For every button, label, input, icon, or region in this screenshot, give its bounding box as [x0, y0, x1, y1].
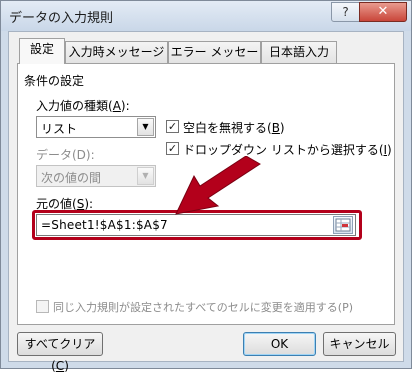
allow-dropdown[interactable]: リスト ▼ — [36, 116, 156, 138]
tab-settings-label: 設定 — [29, 42, 54, 56]
ignore-blank-text: 空白を無視する( — [183, 121, 272, 135]
dropdown-in-cell-checkbox[interactable]: ✓ — [166, 142, 179, 155]
allow-label-key: A — [112, 99, 121, 113]
dialog-client: 設定 入力時メッセージ エラー メッセージ 日本語入力 条件の設定 入力値の種類… — [8, 31, 404, 373]
dialog-window: データの入力規則 ? ✕ 設定 入力時メッセージ エラー メッセージ 日本語入力… — [0, 0, 412, 373]
ignore-blank-checkbox[interactable]: ✓ — [166, 120, 179, 133]
group-title: 条件の設定 — [24, 74, 85, 88]
allow-label: 入力値の種類(A): — [36, 97, 130, 114]
close-button[interactable]: ✕ — [359, 2, 407, 22]
tab-input-message[interactable]: 入力時メッセージ — [65, 41, 168, 63]
settings-panel: 条件の設定 入力値の種類(A): リスト ▼ データ(D): 次の値の間 ▼ ✓… — [17, 63, 395, 325]
cancel-button[interactable]: キャンセル — [323, 332, 396, 356]
apply-to-all-checkbox — [36, 300, 49, 313]
annotation-arrow-icon — [175, 156, 261, 215]
tab-ime-mode[interactable]: 日本語入力 — [261, 41, 337, 63]
ignore-blank-close: ) — [279, 121, 285, 135]
chevron-down-icon[interactable]: ▼ — [137, 118, 154, 136]
data-dropdown: 次の値の間 ▼ — [36, 165, 156, 187]
title-bar[interactable]: データの入力規則 ? ✕ — [1, 1, 411, 31]
data-label: データ(D): — [36, 148, 95, 162]
dropdown-in-cell-text: ドロップダウン リストから選択する( — [183, 143, 384, 157]
tab-ime-mode-label: 日本語入力 — [268, 45, 329, 59]
help-button[interactable]: ? — [331, 2, 360, 22]
dropdown-in-cell-close: ) — [387, 143, 392, 157]
allow-dropdown-value: リスト — [41, 122, 78, 136]
apply-to-all-label: 同じ入力規則が設定されたすべてのセルに変更を適用する(P) — [53, 301, 354, 314]
tab-input-message-label: 入力時メッセージ — [68, 45, 165, 59]
allow-label-text: 入力値の種類( — [36, 99, 113, 113]
data-dropdown-value: 次の値の間 — [41, 171, 102, 185]
source-label-close: ): — [84, 197, 94, 211]
clear-all-button[interactable]: すべてクリア(C) — [17, 332, 103, 373]
ok-button[interactable]: OK — [243, 332, 316, 356]
window-title: データの入力規則 — [9, 11, 114, 26]
ignore-blank-key: B — [271, 121, 280, 135]
tab-settings[interactable]: 設定 — [19, 38, 65, 64]
ignore-blank-label: 空白を無視する(B) — [183, 119, 285, 136]
chevron-down-icon: ▼ — [137, 167, 154, 185]
allow-label-close: ): — [120, 99, 130, 113]
source-label-text: 元の値( — [36, 197, 77, 211]
tab-error-alert[interactable]: エラー メッセージ — [168, 41, 261, 79]
